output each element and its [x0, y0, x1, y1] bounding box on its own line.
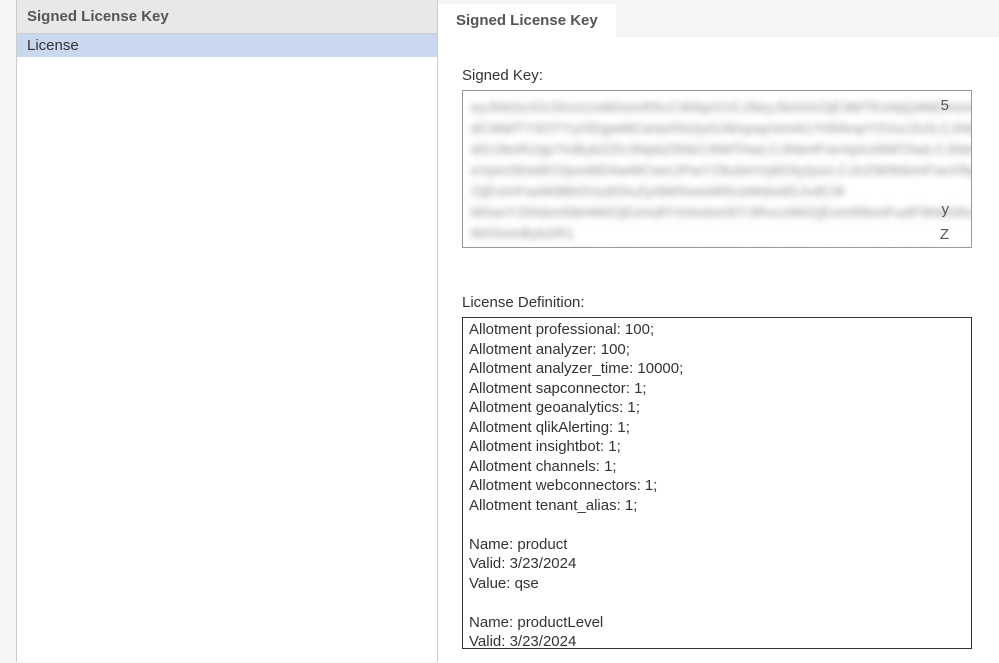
- app-container: Signed License Key License Signed Licens…: [0, 0, 999, 662]
- signed-key-visible-char-z: Z: [940, 226, 949, 243]
- sidebar-header: Signed License Key: [17, 0, 437, 34]
- signed-key-textarea[interactable]: eyJhbGciOiJSUzUxMiIsInR5cCI6IkpXVCJ9eyJl…: [462, 90, 972, 248]
- tab-bar: Signed License Key: [438, 4, 999, 37]
- signed-key-label: Signed Key:: [462, 67, 975, 84]
- tab-signed-license-key[interactable]: Signed License Key: [438, 4, 616, 37]
- main-panel: Signed License Key Signed Key: eyJhbGciO…: [438, 0, 999, 662]
- signed-key-visible-char-y: y: [942, 201, 950, 218]
- signed-key-visible-char-5: 5: [941, 97, 949, 114]
- sidebar-item-license[interactable]: License: [17, 34, 437, 57]
- sidebar: Signed License Key License: [16, 0, 438, 662]
- license-definition-textarea[interactable]: Allotment professional: 100; Allotment a…: [462, 317, 972, 649]
- license-definition-label: License Definition:: [462, 294, 975, 311]
- content-area: Signed Key: eyJhbGciOiJSUzUxMiIsInR5cCI6…: [438, 37, 999, 663]
